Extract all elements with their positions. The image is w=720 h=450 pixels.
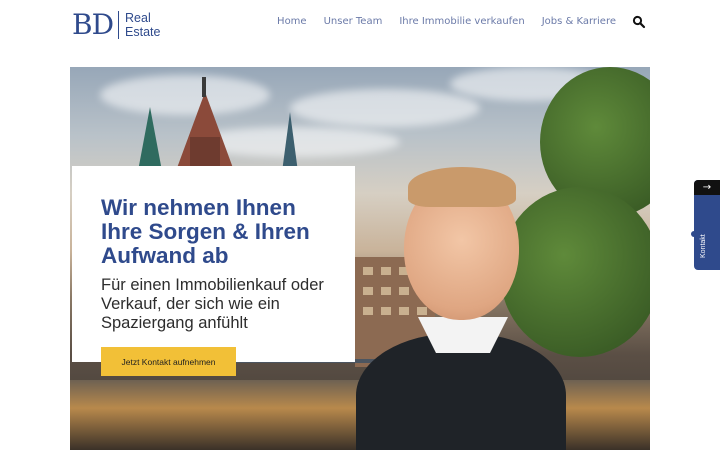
hero-text-card: Wir nehmen Ihnen Ihre Sorgen & Ihren Auf… — [72, 166, 355, 362]
main-nav: Home Unser Team Ihre Immobilie verkaufen… — [260, 14, 646, 29]
logo[interactable]: BD Real Estate — [72, 10, 160, 40]
hair — [408, 167, 516, 207]
search-icon[interactable] — [632, 14, 646, 29]
logo-line-2: Estate — [125, 25, 161, 39]
contact-cta-button[interactable]: Jetzt Kontakt aufnehmen — [101, 347, 236, 376]
cloud — [290, 89, 480, 127]
logo-mark: BD — [72, 8, 114, 41]
hero-subline: Für einen Immobilienkauf oder Verkauf, d… — [101, 276, 324, 332]
nav-immobilie-verkaufen[interactable]: Ihre Immobilie verkaufen — [399, 16, 524, 27]
side-tab-label: Kontakt — [700, 234, 707, 258]
site-header: BD Real Estate Home Unser Team Ihre Immo… — [0, 0, 720, 60]
hero-headline: Wir nehmen Ihnen Ihre Sorgen & Ihren Auf… — [101, 195, 310, 268]
portrait-photo — [356, 165, 566, 450]
nav-home[interactable]: Home — [277, 16, 307, 27]
arrow-right-icon[interactable]: → — [694, 180, 720, 195]
logo-text: Real Estate — [125, 11, 160, 39]
nav-unser-team[interactable]: Unser Team — [324, 16, 383, 27]
logo-divider — [118, 11, 120, 39]
logo-line-1: Real — [125, 11, 151, 25]
nav-jobs-karriere[interactable]: Jobs & Karriere — [542, 16, 616, 27]
contact-side-tab[interactable]: → Kontakt — [694, 180, 720, 270]
